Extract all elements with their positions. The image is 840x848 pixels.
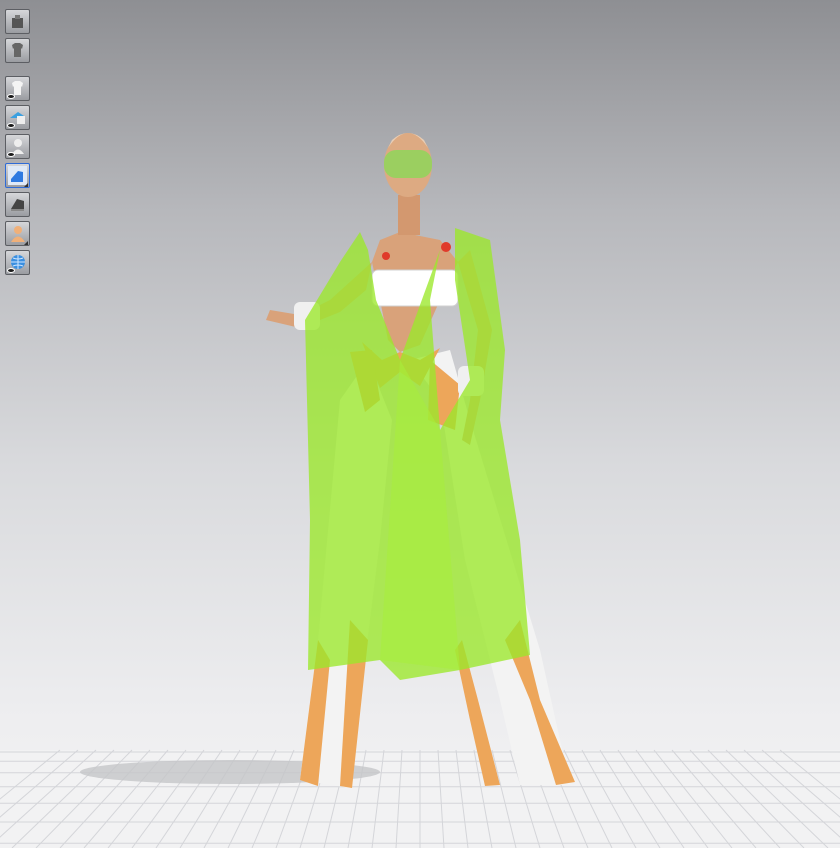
- bandeau-top: [371, 269, 459, 307]
- avatar-model: [266, 133, 575, 788]
- visibility-eye-icon: [7, 152, 15, 157]
- visibility-eye-icon: [7, 268, 15, 273]
- submenu-indicator: [24, 183, 28, 187]
- show-garment-button[interactable]: [5, 76, 30, 101]
- texture-mode-button[interactable]: [5, 163, 30, 188]
- garment-settings-button[interactable]: [5, 38, 30, 63]
- visibility-eye-icon: [7, 123, 15, 128]
- 3d-viewport[interactable]: [0, 0, 840, 848]
- visibility-eye-icon: [7, 94, 15, 99]
- robe-flower-left: [382, 252, 390, 260]
- neck: [398, 195, 420, 235]
- avatar-camera-icon: [12, 15, 23, 28]
- scene-canvas[interactable]: [0, 0, 840, 848]
- robe-flower-right: [441, 242, 451, 252]
- avatar-camera-button[interactable]: [5, 9, 30, 34]
- submenu-indicator: [24, 241, 28, 245]
- visor: [384, 150, 432, 178]
- shading-icon: [11, 199, 24, 211]
- skin-mode-button[interactable]: [5, 221, 30, 246]
- show-avatar-button[interactable]: [5, 134, 30, 159]
- world-grid-button[interactable]: [5, 250, 30, 275]
- shading-button[interactable]: [5, 192, 30, 217]
- garment-settings-icon: [12, 43, 23, 57]
- show-avatar-pose-button[interactable]: [5, 105, 30, 130]
